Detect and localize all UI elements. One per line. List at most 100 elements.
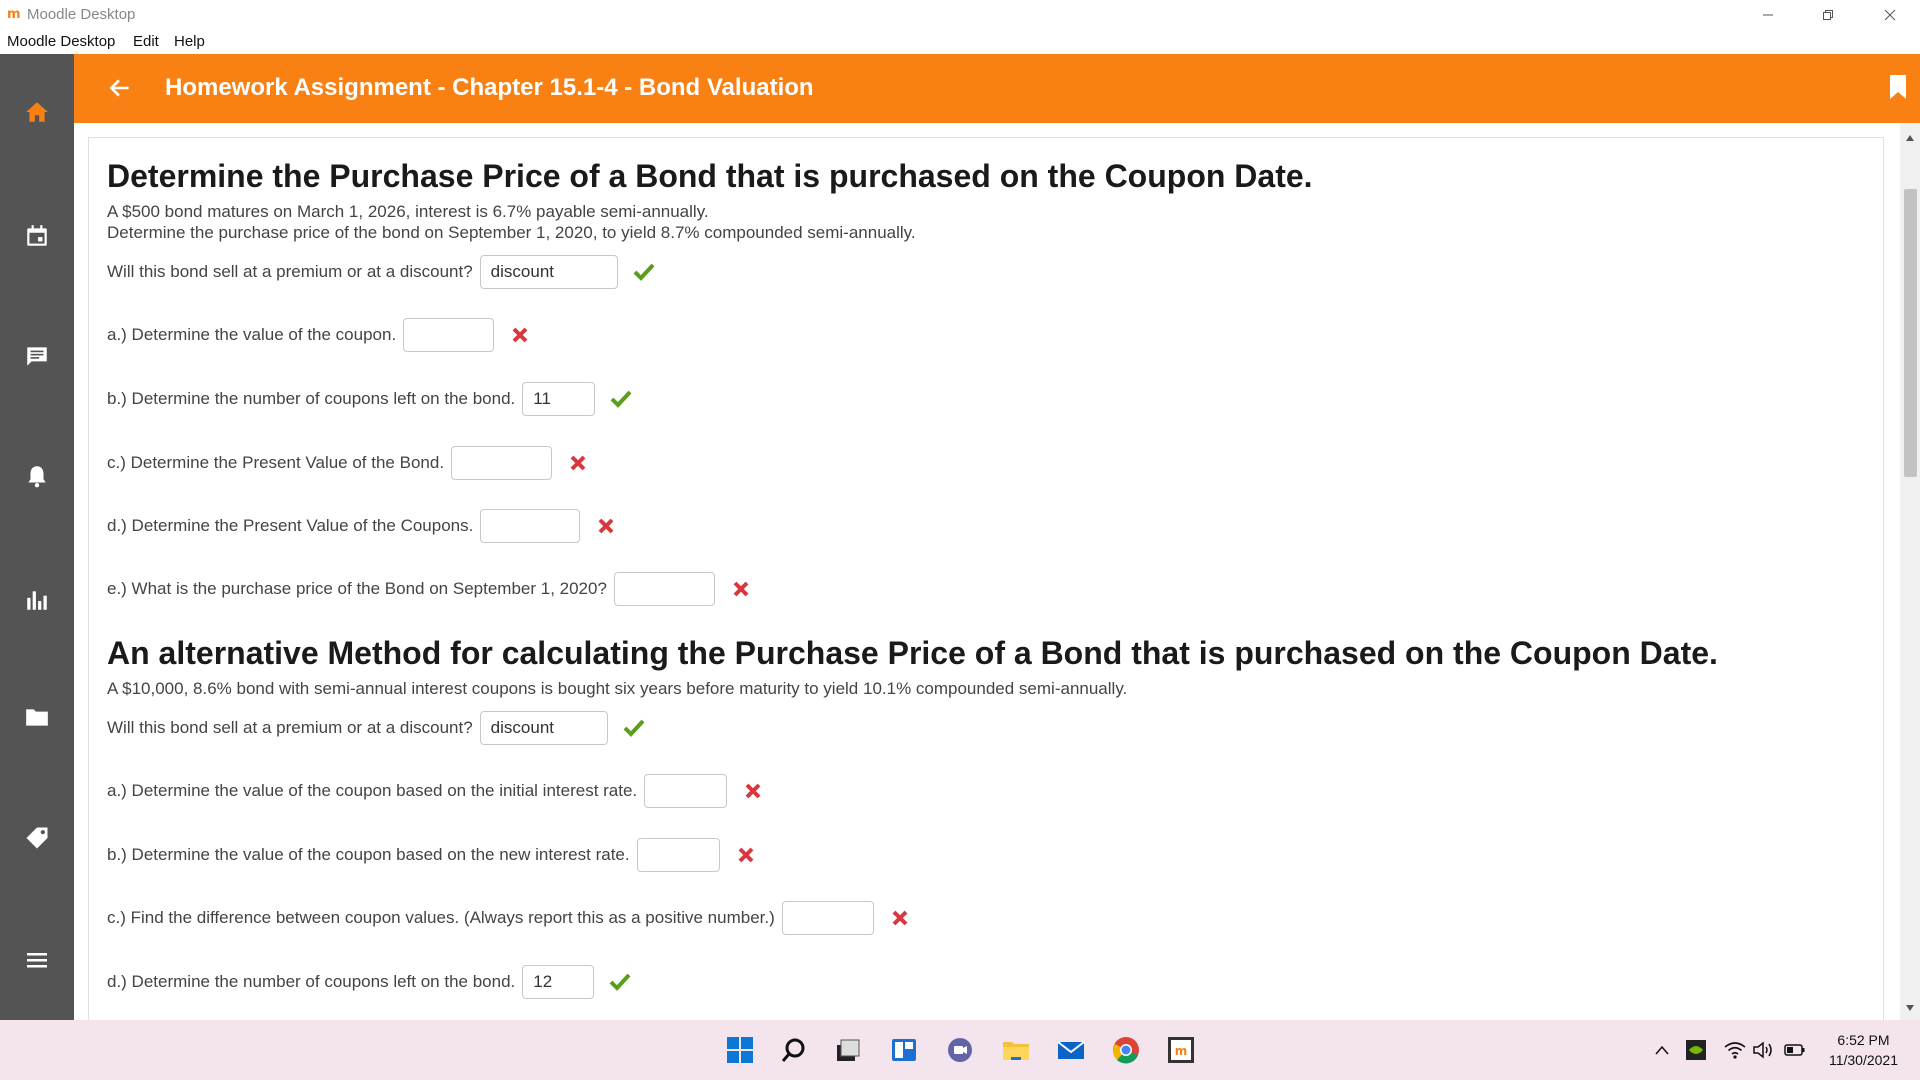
answer-input[interactable]: [522, 382, 596, 416]
sidebar-item-home[interactable]: [0, 92, 74, 132]
question-label: a.) Determine the value of the coupon.: [107, 325, 397, 344]
answer-input[interactable]: [451, 446, 553, 480]
sidebar-item-files[interactable]: [0, 697, 74, 737]
answer-input[interactable]: [636, 838, 720, 872]
incorrect-x-icon: [888, 906, 912, 930]
correct-check-icon: [608, 970, 632, 994]
menu-item-edit[interactable]: Edit: [133, 33, 159, 50]
incorrect-x-icon: [594, 514, 618, 538]
speaker-icon: [1753, 1041, 1772, 1059]
taskbar-task-view[interactable]: [830, 1032, 866, 1068]
minimize-button[interactable]: [1740, 0, 1796, 29]
question-label: e.) What is the purchase price of the Bo…: [107, 579, 607, 598]
tray-overflow-button[interactable]: [1652, 1032, 1672, 1068]
s2-question-a: a.) Determine the value of the coupon ba…: [107, 774, 765, 808]
hamburger-menu-icon: [27, 953, 47, 968]
calendar-icon: [27, 225, 47, 246]
tray-battery[interactable]: [1780, 1032, 1810, 1068]
sidebar-item-grades[interactable]: [0, 580, 74, 620]
taskbar-mail[interactable]: [1053, 1032, 1089, 1068]
s1-question-d: d.) Determine the Present Value of the C…: [107, 509, 618, 543]
question-label: b.) Determine the value of the coupon ba…: [107, 845, 630, 864]
question-label: a.) Determine the value of the coupon ba…: [107, 781, 638, 800]
correct-check-icon: [622, 716, 646, 740]
taskbar-search[interactable]: [776, 1032, 812, 1068]
chevron-up-icon: [1655, 1045, 1669, 1055]
close-icon: [1884, 9, 1896, 20]
restore-icon: [1823, 9, 1833, 20]
mail-icon: [1057, 1041, 1085, 1059]
windows-logo-icon: [727, 1037, 753, 1063]
page-header: Homework Assignment - Chapter 15.1-4 - B…: [74, 54, 1920, 123]
incorrect-x-icon: [566, 451, 590, 475]
scrollbar-thumb[interactable]: [1904, 189, 1917, 477]
battery-icon: [1784, 1044, 1805, 1056]
incorrect-x-icon: [734, 843, 758, 867]
answer-input[interactable]: [403, 318, 495, 352]
search-icon: [781, 1038, 805, 1062]
taskbar-moodle[interactable]: m: [1163, 1032, 1199, 1068]
bookmark-icon: [1890, 75, 1906, 99]
question-label: Will this bond sell at a premium or at a…: [107, 718, 473, 737]
svg-text:m: m: [1175, 1044, 1188, 1058]
incorrect-x-icon: [741, 779, 765, 803]
tray-nvidia[interactable]: [1681, 1032, 1711, 1068]
taskbar: m 6:52 PM 11/30/2021: [0, 1020, 1920, 1080]
answer-input[interactable]: [522, 965, 595, 999]
s2-question-c: c.) Find the difference between coupon v…: [107, 901, 912, 935]
answer-input[interactable]: [479, 255, 618, 289]
tray-volume[interactable]: [1748, 1032, 1778, 1068]
menu-item-moodle-desktop[interactable]: Moodle Desktop: [7, 33, 115, 50]
question-label: d.) Determine the Present Value of the C…: [107, 516, 474, 535]
home-icon: [26, 102, 48, 122]
tag-icon: [26, 827, 48, 849]
answer-input[interactable]: [613, 572, 715, 606]
taskbar-chrome[interactable]: [1108, 1032, 1144, 1068]
section1-heading: Determine the Purchase Price of a Bond t…: [107, 158, 1313, 194]
s1-question-e: e.) What is the purchase price of the Bo…: [107, 572, 753, 606]
taskbar-clock[interactable]: 6:52 PM 11/30/2021: [1829, 1030, 1898, 1070]
answer-input[interactable]: [480, 509, 581, 543]
correct-check-icon: [609, 387, 633, 411]
s1-question-a: a.) Determine the value of the coupon.: [107, 318, 532, 352]
sidebar-item-more[interactable]: [0, 940, 74, 980]
scroll-down-arrow-icon[interactable]: [1906, 1005, 1914, 1011]
s1-question-c: c.) Determine the Present Value of the B…: [107, 446, 590, 480]
sidebar-item-notifications[interactable]: [0, 456, 74, 496]
taskbar-file-explorer[interactable]: [998, 1032, 1034, 1068]
correct-check-icon: [632, 260, 656, 284]
close-button[interactable]: [1862, 0, 1918, 29]
restore-button[interactable]: [1800, 0, 1856, 29]
section1-desc-line1: A $500 bond matures on March 1, 2026, in…: [107, 202, 709, 221]
menu-bar: Moodle Desktop Edit Help: [0, 29, 1920, 55]
menu-item-help[interactable]: Help: [174, 33, 205, 50]
incorrect-x-icon: [508, 323, 532, 347]
scroll-up-arrow-icon[interactable]: [1906, 135, 1914, 141]
answer-input[interactable]: [781, 901, 874, 935]
widgets-icon: [892, 1039, 916, 1061]
s2-question-d: d.) Determine the number of coupons left…: [107, 965, 632, 999]
taskbar-widgets[interactable]: [886, 1032, 922, 1068]
question-label: d.) Determine the number of coupons left…: [107, 972, 516, 991]
clock-date: 11/30/2021: [1828, 1052, 1898, 1068]
section1-heading-block: Determine the Purchase Price of a Bond t…: [107, 158, 1313, 195]
sidebar-item-calendar[interactable]: [0, 216, 74, 256]
chrome-icon: [1113, 1037, 1139, 1064]
tray-wifi[interactable]: [1720, 1032, 1750, 1068]
window-title: Moodle Desktop: [27, 6, 136, 23]
sidebar-item-tags[interactable]: [0, 818, 74, 858]
sidebar-item-messages[interactable]: [0, 336, 74, 376]
section2-heading-block: An alternative Method for calculating th…: [107, 635, 1718, 672]
section2-description: A $10,000, 8.6% bond with semi-annual in…: [107, 678, 1127, 699]
moodle-app-icon: m: [1168, 1037, 1194, 1063]
folder-icon: [1003, 1042, 1029, 1060]
back-button[interactable]: [100, 68, 140, 108]
sidebar: [0, 54, 74, 1020]
start-button[interactable]: [722, 1032, 758, 1068]
bookmark-button[interactable]: [1888, 74, 1908, 105]
answer-input[interactable]: [479, 711, 608, 745]
answer-input[interactable]: [644, 774, 728, 808]
taskbar-teams-chat[interactable]: [942, 1032, 978, 1068]
s1-question-premium: Will this bond sell at a premium or at a…: [107, 255, 656, 289]
vertical-scrollbar[interactable]: [1900, 123, 1920, 1020]
